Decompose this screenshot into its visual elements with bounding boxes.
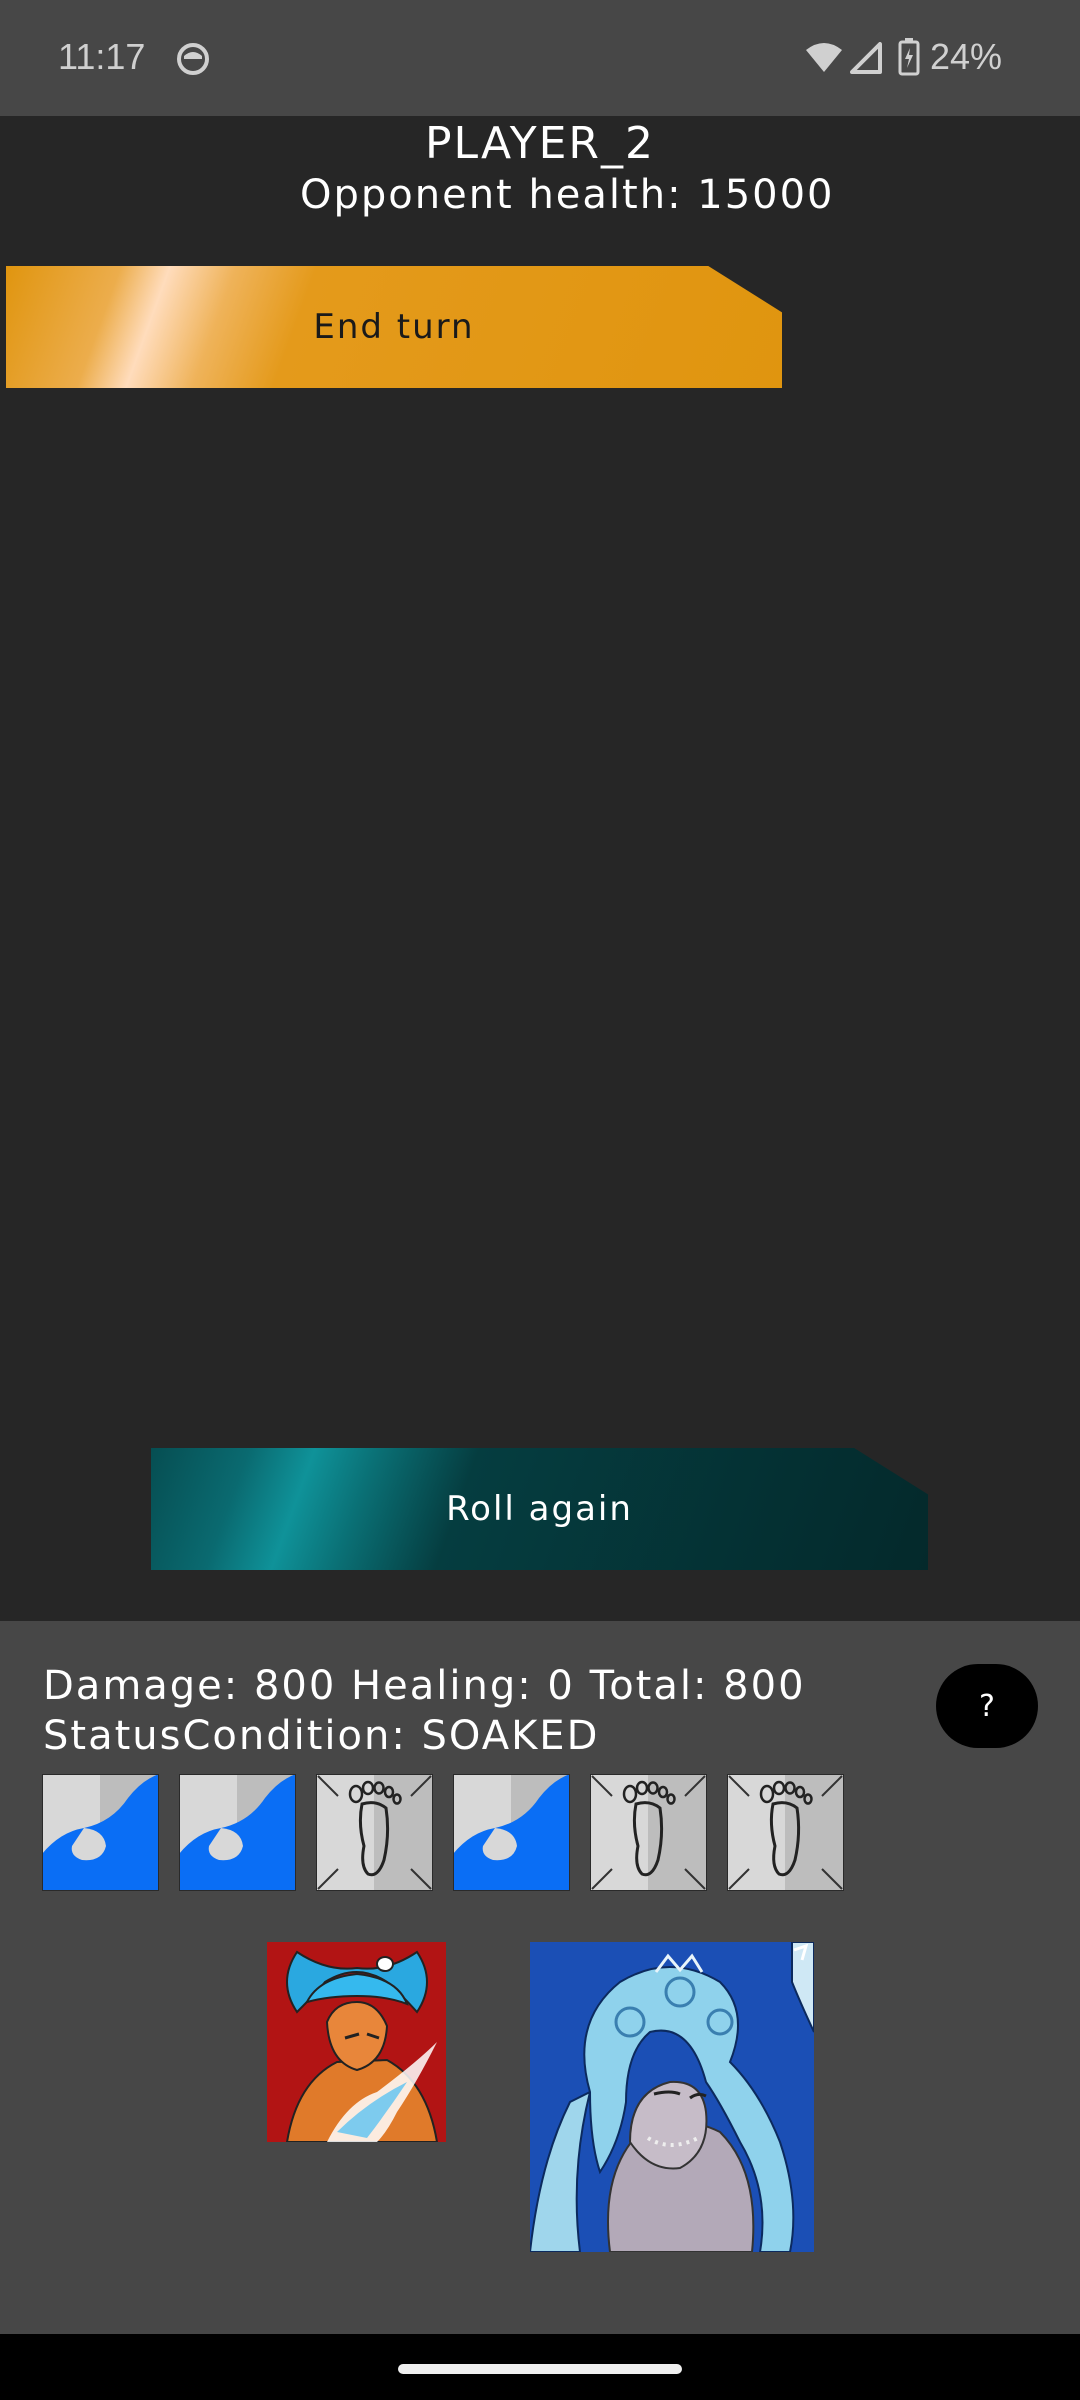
character-portrait-red[interactable] bbox=[267, 1942, 446, 2142]
help-button[interactable]: ? bbox=[936, 1664, 1038, 1748]
foot-icon[interactable] bbox=[590, 1774, 707, 1891]
wifi-icon bbox=[804, 42, 844, 74]
cell-signal-icon bbox=[850, 42, 882, 74]
status-condition: StatusCondition: SOAKED bbox=[43, 1713, 600, 1759]
dice-row bbox=[42, 1774, 862, 1892]
status-time: 11:17 bbox=[58, 36, 146, 77]
home-indicator[interactable] bbox=[398, 2364, 682, 2374]
opponent-health: Opponent health: 15000 bbox=[300, 172, 835, 218]
app-notification-icon bbox=[176, 42, 210, 76]
game-screen: 11:17 24% PLAYER_2 Opponent health: 1500… bbox=[0, 0, 1080, 2400]
damage-summary: Damage: 800 Healing: 0 Total: 800 bbox=[43, 1663, 806, 1709]
player-name: PLAYER_2 bbox=[425, 118, 655, 169]
foot-icon[interactable] bbox=[316, 1774, 433, 1891]
battery-percentage: 24% bbox=[930, 36, 1003, 77]
character-portrait-blue[interactable] bbox=[530, 1942, 814, 2252]
roll-result-panel: Damage: 800 Healing: 0 Total: 800 Status… bbox=[0, 1621, 1080, 2334]
wave-icon[interactable] bbox=[42, 1774, 159, 1891]
status-bar: 11:17 24% bbox=[0, 0, 1080, 116]
roll-again-button[interactable]: Roll again bbox=[151, 1448, 928, 1570]
end-turn-button[interactable]: End turn bbox=[6, 266, 782, 388]
wave-icon[interactable] bbox=[453, 1774, 570, 1891]
wave-icon[interactable] bbox=[179, 1774, 296, 1891]
foot-icon[interactable] bbox=[727, 1774, 844, 1891]
battery-charging-icon bbox=[898, 38, 920, 76]
navigation-bar bbox=[0, 2334, 1080, 2400]
